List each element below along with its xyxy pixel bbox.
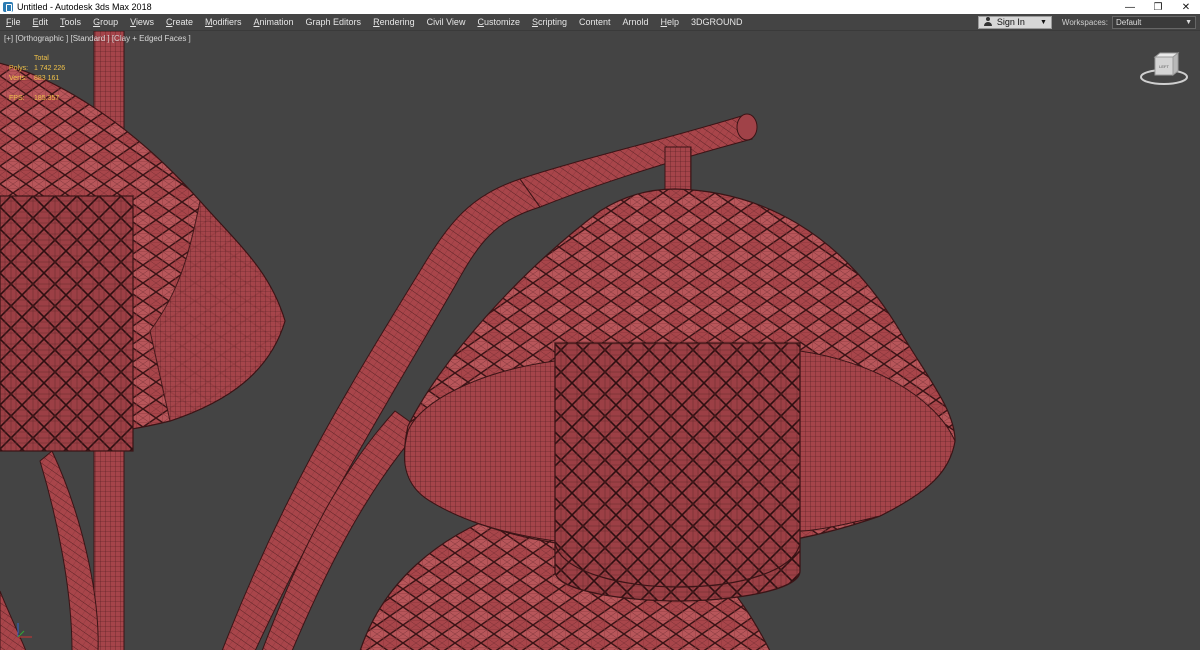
chevron-down-icon: ▼ [1039, 18, 1047, 26]
menu-file[interactable]: File [0, 14, 27, 30]
menu-arnold[interactable]: Arnold [617, 14, 655, 30]
workspaces-value: Default [1116, 17, 1142, 27]
menu-content[interactable]: Content [573, 14, 617, 30]
restore-button[interactable]: ❐ [1144, 0, 1172, 14]
menu-create[interactable]: Create [160, 14, 199, 30]
menu-views[interactable]: Views [124, 14, 160, 30]
stats-polys-value: 1 742 226 [34, 65, 66, 72]
viewcube-icon[interactable]: LEFT [1138, 51, 1190, 87]
workspaces-dropdown[interactable]: Default ▼ [1112, 15, 1196, 29]
menu-civil-view[interactable]: Civil View [421, 14, 472, 30]
menu-help[interactable]: Help [655, 14, 686, 30]
workspaces-label: Workspaces: [1061, 17, 1108, 27]
menu-rendering[interactable]: Rendering [367, 14, 421, 30]
hanger-stub [664, 146, 692, 196]
stats-polys-label: Polys: [9, 65, 29, 72]
left-lower-arm [39, 450, 99, 650]
menu-3dground[interactable]: 3DGROUND [685, 14, 749, 30]
menu-group[interactable]: Group [87, 14, 124, 30]
stats-verts-label: Verts: [9, 75, 27, 82]
viewport-label-menu[interactable]: [+] [Orthographic ] [Standard ] [Clay + … [4, 34, 191, 43]
stats-fps-value: 185.357 [34, 95, 60, 102]
menu-bar: File Edit Tools Group Views Create Modif… [0, 14, 1200, 30]
menu-scripting[interactable]: Scripting [526, 14, 573, 30]
menu-modifiers[interactable]: Modifiers [199, 14, 248, 30]
menu-tools[interactable]: Tools [54, 14, 87, 30]
chevron-down-icon: ▼ [1185, 18, 1192, 26]
close-button[interactable]: ✕ [1172, 0, 1200, 14]
center-shade-interior-left [403, 360, 556, 542]
sign-in-dropdown[interactable]: Sign In ▼ [977, 15, 1052, 29]
sign-in-label: Sign In [996, 17, 1025, 27]
center-shade-interior-right [799, 350, 956, 532]
stats-verts-value: 883 161 [34, 75, 60, 82]
perspective-viewport[interactable]: [+] [Orthographic ] [Standard ] [Clay + … [0, 30, 1200, 650]
left-lamp-glass [0, 195, 134, 452]
window-title: Untitled - Autodesk 3ds Max 2018 [17, 2, 152, 12]
title-bar: Untitled - Autodesk 3ds Max 2018 — ❐ ✕ [0, 0, 1200, 14]
menu-animation[interactable]: Animation [247, 14, 299, 30]
3dsmax-app-icon [3, 2, 13, 12]
user-icon [983, 17, 993, 27]
minimize-button[interactable]: — [1116, 0, 1144, 14]
viewcube-face-label: LEFT [1159, 64, 1169, 69]
menu-edit[interactable]: Edit [27, 14, 55, 30]
stats-total-label: Total [34, 55, 49, 62]
menu-graph-editors[interactable]: Graph Editors [300, 14, 368, 30]
top-arm-cap [736, 113, 758, 141]
stats-fps-label: FPS: [9, 95, 25, 102]
viewport-statistics: Total Polys: 1 742 226 Verts: 883 161 FPS:… [9, 54, 65, 104]
axis-tripod-icon [17, 623, 32, 638]
menu-customize[interactable]: Customize [471, 14, 526, 30]
viewport-scene[interactable] [0, 31, 1200, 650]
center-lamp-glass [554, 342, 801, 602]
